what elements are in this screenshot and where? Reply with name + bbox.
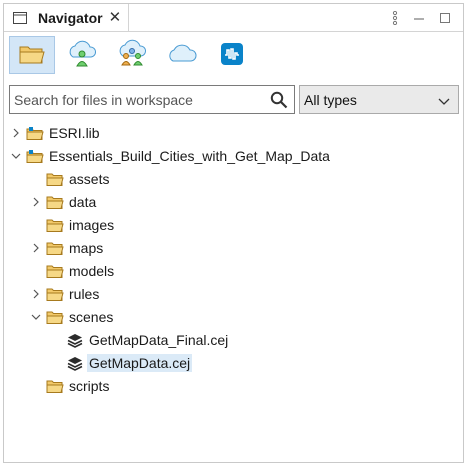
folder-icon	[46, 263, 64, 279]
data-waveform-icon	[220, 42, 244, 69]
tree-item-data[interactable]: data	[30, 191, 98, 213]
library-folder-icon	[26, 125, 44, 141]
type-filter-select[interactable]: All types	[299, 85, 459, 114]
tree-item-getmapdata-final[interactable]: GetMapData_Final.cej	[66, 329, 230, 351]
cloud-user-button[interactable]	[59, 36, 105, 74]
tree-item-getmapdata[interactable]: GetMapData.cej	[66, 352, 193, 374]
search-input[interactable]	[14, 89, 264, 110]
folder-icon	[46, 286, 64, 302]
tree-item-label: data	[69, 194, 97, 210]
type-filter-value: All types	[304, 91, 357, 108]
search-icon[interactable]	[270, 91, 288, 109]
navigator-tab[interactable]: Navigator ✕	[4, 4, 129, 31]
cloud-group-button[interactable]	[109, 36, 155, 74]
close-tab-icon[interactable]: ✕	[109, 10, 122, 25]
tree-item-maps[interactable]: maps	[30, 237, 105, 259]
tree-item-label: Essentials_Build_Cities_with_Get_Map_Dat…	[49, 148, 330, 164]
tree-item-images[interactable]: images	[46, 214, 116, 236]
chevron-down-icon[interactable]	[30, 311, 42, 323]
navigator-panel: Navigator ✕ Search for files in workspac…	[3, 3, 464, 463]
folder-open-icon	[46, 309, 64, 325]
cloud-user-icon	[65, 39, 99, 72]
chevron-right-icon[interactable]	[30, 288, 42, 300]
tree-item-label: assets	[69, 171, 110, 187]
search-box[interactable]	[9, 85, 295, 114]
maximize-icon[interactable]	[436, 4, 454, 31]
tree-item-label-selected: GetMapData.cej	[87, 354, 193, 372]
chevron-right-icon[interactable]	[30, 242, 42, 254]
tree-item-label: models	[69, 263, 115, 279]
project-folder-icon	[26, 148, 44, 164]
tree-item-project[interactable]: Essentials_Build_Cities_with_Get_Map_Dat…	[10, 145, 332, 167]
tree-item-label: scenes	[69, 309, 114, 325]
tree-item-scripts[interactable]: scripts	[46, 375, 111, 397]
chevron-down-icon	[438, 94, 450, 105]
cloud-group-icon	[115, 39, 149, 72]
local-files-button[interactable]	[9, 36, 55, 74]
chevron-down-icon[interactable]	[10, 150, 22, 162]
tree-item-models[interactable]: models	[46, 260, 116, 282]
tree-item-label: scripts	[69, 378, 110, 394]
folder-icon	[46, 378, 64, 394]
folder-icon	[46, 217, 64, 233]
navigator-toolbar	[4, 32, 463, 77]
folder-icon	[18, 43, 46, 68]
tab-title: Navigator	[38, 9, 103, 26]
cloud-button[interactable]	[159, 36, 205, 74]
chevron-right-icon[interactable]	[30, 196, 42, 208]
cloud-icon	[165, 42, 199, 69]
tree-item-label: GetMapData_Final.cej	[89, 332, 229, 348]
minimize-icon[interactable]	[410, 4, 428, 31]
scene-layers-icon	[66, 355, 84, 371]
folder-icon	[46, 171, 64, 187]
data-button[interactable]	[209, 36, 255, 74]
tree-item-scenes[interactable]: scenes	[30, 306, 115, 328]
window-icon	[13, 11, 27, 25]
view-tab-bar: Navigator ✕	[4, 4, 463, 32]
tree-item-label: rules	[69, 286, 100, 302]
tree-item-label: maps	[69, 240, 104, 256]
tree-item-rules[interactable]: rules	[30, 283, 101, 305]
tree-item-label: images	[69, 217, 115, 233]
tree-item-esri-lib[interactable]: ESRI.lib	[10, 122, 102, 144]
scene-layers-icon	[66, 332, 84, 348]
view-menu-icon[interactable]	[386, 4, 404, 31]
folder-icon	[46, 194, 64, 210]
tree-item-label: ESRI.lib	[49, 125, 100, 141]
tree-item-assets[interactable]: assets	[46, 168, 111, 190]
folder-icon	[46, 240, 64, 256]
chevron-right-icon[interactable]	[10, 127, 22, 139]
